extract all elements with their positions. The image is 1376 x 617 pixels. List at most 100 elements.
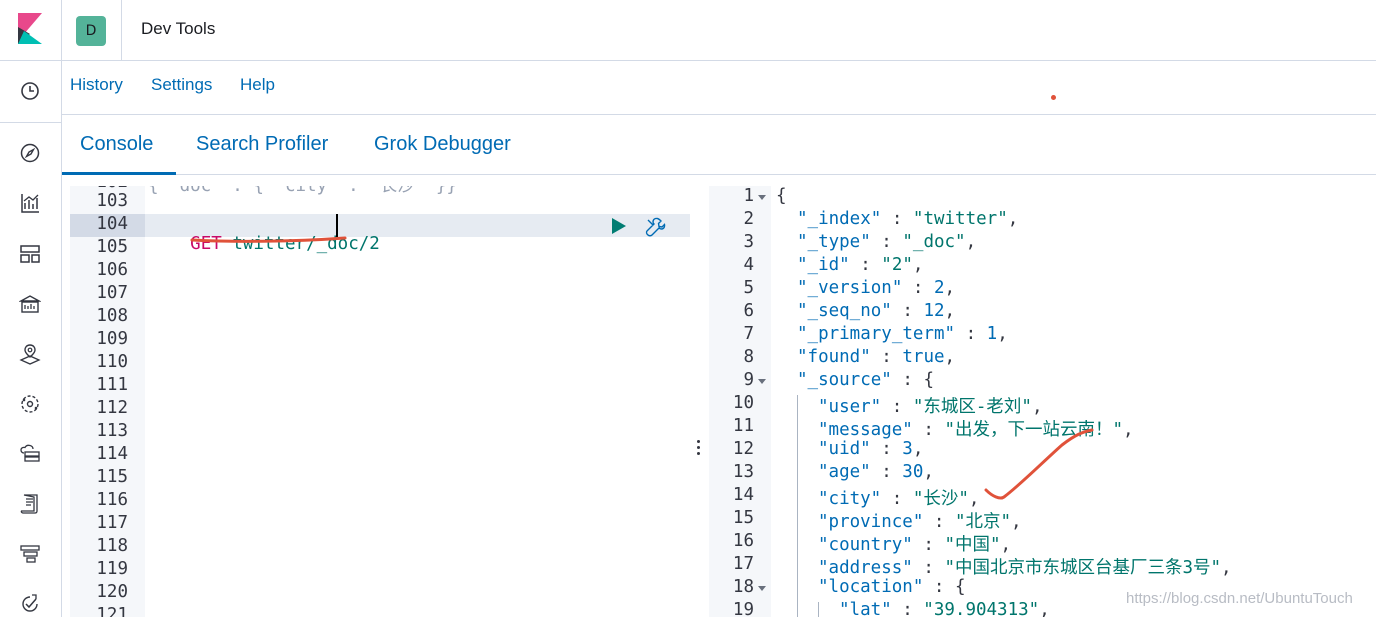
line-number: 103: [96, 191, 128, 211]
line-number: 115: [96, 467, 128, 487]
json-value: true: [902, 347, 945, 367]
logs-icon[interactable]: [19, 493, 41, 515]
line-number: 117: [96, 513, 128, 533]
compass-icon[interactable]: [19, 142, 41, 164]
maps-icon[interactable]: [19, 343, 41, 365]
infrastructure-icon[interactable]: [19, 443, 41, 465]
indent-guide: [818, 602, 819, 617]
line-number: 2: [743, 209, 754, 229]
response-line: "address" : "中国北京市东城区台基厂三条3号",: [818, 558, 1232, 578]
line-number: 14: [732, 485, 754, 505]
response-line: "age" : 30,: [818, 462, 934, 482]
ml-icon[interactable]: [19, 393, 41, 415]
line-number: 17: [732, 554, 754, 574]
text-cursor: [336, 214, 338, 237]
line-number: 11: [732, 416, 754, 436]
kibana-logo-icon[interactable]: [0, 0, 62, 61]
response-line: "message" : "出发，下一站云南！",: [818, 420, 1134, 440]
request-gutter: 102 103104105106107108109110111112113114…: [70, 186, 145, 617]
json-value: "中国": [944, 535, 1001, 555]
request-method: GET: [190, 234, 222, 254]
line-number: 116: [96, 490, 128, 510]
json-key: "_type": [797, 232, 871, 252]
active-tab-indicator: [62, 172, 176, 175]
response-line: "_index" : "twitter",: [797, 209, 1019, 229]
recently-viewed[interactable]: [0, 61, 61, 123]
tab-grok-debugger[interactable]: Grok Debugger: [374, 133, 511, 156]
json-key: "_id": [797, 255, 850, 275]
json-value: "北京": [954, 512, 1012, 532]
response-line: "location" : {: [818, 577, 966, 597]
json-value: {: [954, 577, 966, 597]
dashboard-icon[interactable]: [19, 243, 41, 265]
json-punctuation: {: [776, 186, 787, 206]
line-number: 19: [732, 600, 754, 617]
json-value: 2: [933, 278, 945, 298]
tab-search-profiler[interactable]: Search Profiler: [196, 133, 328, 156]
canvas-icon[interactable]: [19, 293, 41, 315]
response-line: "_version" : 2,: [797, 278, 956, 298]
response-line: "lat" : "39.904313",: [839, 600, 1050, 617]
fold-toggle-icon[interactable]: [758, 379, 766, 384]
json-value: "_doc": [902, 232, 966, 252]
fold-toggle-icon[interactable]: [758, 195, 766, 200]
response-line: {: [776, 186, 787, 206]
response-line: "uid" : 3,: [818, 439, 924, 459]
line-number: 113: [96, 421, 128, 441]
json-value: 12: [923, 301, 945, 321]
response-line: "city" : "长沙",: [818, 489, 980, 509]
json-key: "province": [818, 512, 924, 532]
line-number: 12: [732, 439, 754, 459]
line-number: 10: [732, 393, 754, 413]
uptime-icon[interactable]: [19, 593, 41, 615]
clock-icon[interactable]: [19, 80, 41, 102]
response-line: "_seq_no" : 12,: [797, 301, 956, 321]
response-line: "user" : "东城区-老刘",: [818, 397, 1043, 417]
tab-console[interactable]: Console: [80, 133, 153, 156]
devtools-submenu: History Settings Help: [62, 61, 1376, 115]
line-number: 1: [743, 186, 754, 206]
apm-icon[interactable]: [19, 543, 41, 565]
line-number: 111: [96, 375, 128, 395]
space-avatar[interactable]: D: [76, 16, 106, 46]
app-title: Dev Tools: [141, 19, 216, 38]
line-number: 109: [96, 329, 128, 349]
devtools-tabs: Console Search Profiler Grok Debugger: [62, 115, 1376, 175]
json-value: 30: [902, 462, 924, 482]
line-number: 18: [732, 577, 754, 597]
history-link[interactable]: History: [70, 75, 123, 95]
line-number: 7: [743, 324, 754, 344]
wrench-icon[interactable]: [644, 216, 666, 238]
request-line[interactable]: GET twitter/_doc/2: [148, 214, 380, 274]
response-line: "_primary_term" : 1,: [797, 324, 1008, 344]
space-selector[interactable]: D: [62, 0, 122, 61]
line-number: 9: [743, 370, 754, 390]
json-key: "country": [818, 535, 913, 555]
visualize-icon[interactable]: [19, 192, 41, 214]
help-link[interactable]: Help: [240, 75, 275, 95]
fold-toggle-icon[interactable]: [758, 586, 766, 591]
json-key: "message": [818, 420, 913, 440]
json-key: "uid": [818, 439, 871, 459]
json-key: "city": [818, 489, 882, 509]
line-number: 104: [96, 214, 128, 234]
line-number: 15: [732, 508, 754, 528]
response-gutter: 1 2 3 4 5 6 7 8 9 10 11 12 13 14 15 16 17 18 19: [709, 186, 771, 617]
json-value: "2": [881, 255, 913, 275]
line-number: 8: [743, 347, 754, 367]
pane-resizer[interactable]: [692, 435, 704, 459]
line-number: 112: [96, 398, 128, 418]
partial-code-line: { "doc" : { "city" : "长沙" }}: [148, 186, 457, 196]
line-number: 120: [96, 582, 128, 602]
json-value: "39.904313": [923, 600, 1040, 617]
request-editor[interactable]: 102 103104105106107108109110111112113114…: [70, 186, 690, 617]
json-value: "中国北京市东城区台基厂三条3号": [944, 558, 1222, 578]
top-header: D Dev Tools: [0, 0, 1376, 61]
play-icon[interactable]: [610, 216, 628, 236]
settings-link[interactable]: Settings: [151, 75, 212, 95]
json-value: 1: [986, 324, 998, 344]
line-number: 13: [732, 462, 754, 482]
response-editor[interactable]: 1 2 3 4 5 6 7 8 9 10 11 12 13 14 15 16 17 18 19 {"_index" …: [709, 186, 1376, 617]
json-key: "_primary_term": [797, 324, 956, 344]
response-line: "found" : true,: [797, 347, 956, 367]
